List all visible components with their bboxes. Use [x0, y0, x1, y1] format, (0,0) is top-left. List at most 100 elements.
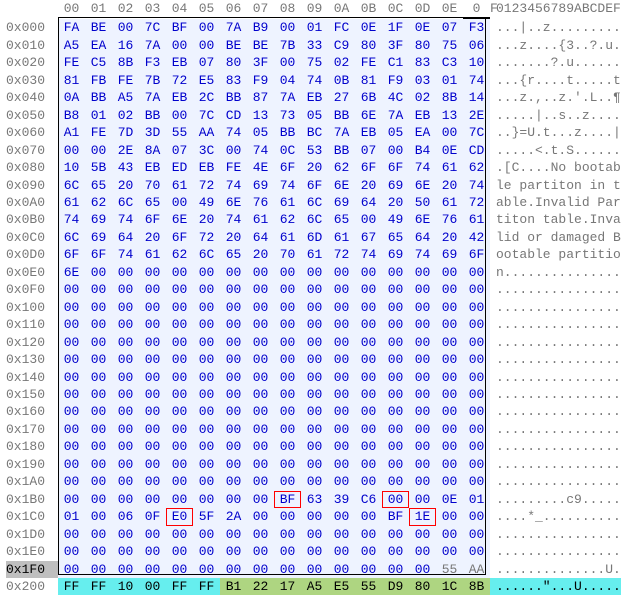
hex-byte[interactable]: 00 [85, 526, 112, 543]
hex-byte[interactable]: 49 [382, 211, 409, 228]
hex-byte[interactable]: 00 [382, 456, 409, 473]
hex-byte[interactable]: 3D [139, 124, 166, 141]
hex-byte[interactable]: 4E [247, 159, 274, 176]
hex-byte[interactable]: 00 [220, 316, 247, 333]
hex-byte[interactable]: 2C [193, 89, 220, 106]
hex-byte[interactable]: 00 [382, 316, 409, 333]
hex-byte[interactable]: 20 [112, 177, 139, 194]
hex-byte[interactable]: 7C [463, 124, 490, 141]
hex-byte[interactable]: 1F [382, 19, 409, 36]
hex-byte[interactable]: B4 [409, 142, 436, 159]
hex-byte[interactable]: 00 [85, 299, 112, 316]
hex-byte[interactable]: 00 [301, 421, 328, 438]
hex-byte[interactable]: 00 [85, 351, 112, 368]
hex-byte[interactable]: 00 [139, 421, 166, 438]
hex-byte[interactable]: 00 [274, 334, 301, 351]
hex-byte[interactable]: 00 [193, 351, 220, 368]
hex-byte[interactable]: E5 [328, 578, 355, 595]
hex-byte[interactable]: 3C [193, 142, 220, 159]
hex-byte[interactable]: 0B [328, 72, 355, 89]
hex-byte[interactable]: 83 [220, 72, 247, 89]
hex-byte[interactable]: 6C [301, 194, 328, 211]
hex-byte[interactable]: 01 [463, 491, 490, 508]
hex-byte[interactable]: 00 [382, 526, 409, 543]
hex-byte[interactable]: 72 [193, 177, 220, 194]
hex-byte[interactable]: 69 [85, 211, 112, 228]
hex-byte[interactable]: 00 [382, 142, 409, 159]
hex-byte[interactable]: 01 [301, 19, 328, 36]
hex-byte[interactable]: 5F [193, 508, 220, 525]
hex-byte[interactable]: 00 [355, 543, 382, 560]
hex-byte[interactable]: 00 [193, 456, 220, 473]
hex-byte[interactable]: C1 [382, 54, 409, 71]
hex-byte[interactable]: A5 [58, 37, 85, 54]
hex-byte[interactable]: BE [85, 19, 112, 36]
hex-byte[interactable]: 20 [355, 177, 382, 194]
hex-byte[interactable]: 00 [274, 281, 301, 298]
hex-byte[interactable]: 7A [139, 37, 166, 54]
hex-byte[interactable]: 00 [139, 578, 166, 595]
hex-byte[interactable]: 00 [166, 194, 193, 211]
hex-byte[interactable]: 00 [166, 351, 193, 368]
hex-byte[interactable]: 0E [409, 19, 436, 36]
hex-byte[interactable]: 72 [328, 246, 355, 263]
hex-byte[interactable]: 00 [193, 403, 220, 420]
hex-byte[interactable]: 00 [85, 421, 112, 438]
hex-byte[interactable]: 00 [112, 386, 139, 403]
hex-byte[interactable]: 8B [436, 89, 463, 106]
hex-byte[interactable]: 74 [220, 211, 247, 228]
hex-byte[interactable]: FF [193, 578, 220, 595]
hex-byte[interactable]: 00 [382, 561, 409, 578]
hex-byte[interactable]: 00 [463, 438, 490, 455]
hex-byte[interactable]: 80 [409, 578, 436, 595]
hex-byte[interactable]: 04 [274, 72, 301, 89]
hex-byte[interactable]: 00 [139, 316, 166, 333]
hex-byte[interactable]: 00 [247, 526, 274, 543]
hex-byte[interactable]: 00 [409, 456, 436, 473]
hex-byte[interactable]: 69 [382, 246, 409, 263]
hex-byte[interactable]: 00 [355, 211, 382, 228]
hex-byte[interactable]: 0F [139, 508, 166, 525]
hex-byte[interactable]: 00 [166, 107, 193, 124]
hex-byte[interactable]: 00 [463, 281, 490, 298]
hex-byte[interactable]: 00 [301, 508, 328, 525]
hex-byte[interactable]: 69 [85, 229, 112, 246]
hex-byte[interactable]: 00 [328, 351, 355, 368]
hex-byte[interactable]: 00 [274, 316, 301, 333]
hex-byte[interactable]: 00 [139, 543, 166, 560]
hex-byte[interactable]: 00 [85, 438, 112, 455]
hex-byte[interactable]: 0E [355, 19, 382, 36]
hex-byte[interactable]: 7D [112, 124, 139, 141]
hex-byte[interactable]: B8 [58, 107, 85, 124]
hex-byte[interactable]: 80 [355, 37, 382, 54]
hex-byte[interactable]: 00 [85, 264, 112, 281]
hex-byte[interactable]: 00 [355, 421, 382, 438]
hex-byte[interactable]: 2A [220, 508, 247, 525]
hex-byte[interactable]: 72 [166, 72, 193, 89]
hex-byte[interactable]: 00 [355, 264, 382, 281]
hex-byte[interactable]: 22 [247, 578, 274, 595]
hex-byte[interactable]: 00 [463, 316, 490, 333]
hex-byte[interactable]: 00 [463, 421, 490, 438]
hex-byte[interactable]: 00 [220, 264, 247, 281]
hex-byte[interactable]: 00 [58, 299, 85, 316]
hex-byte[interactable]: 00 [328, 561, 355, 578]
hex-byte[interactable]: 00 [301, 526, 328, 543]
hex-byte[interactable]: 3F [382, 37, 409, 54]
hex-byte[interactable]: 00 [274, 369, 301, 386]
hex-byte[interactable]: 62 [274, 211, 301, 228]
hex-byte[interactable]: 7C [139, 19, 166, 36]
hex-byte[interactable]: CD [463, 142, 490, 159]
hex-byte[interactable]: 00 [463, 334, 490, 351]
hex-byte[interactable]: 00 [58, 421, 85, 438]
hex-byte[interactable]: 70 [274, 246, 301, 263]
hex-byte[interactable]: 00 [220, 142, 247, 159]
hex-byte[interactable]: 00 [274, 299, 301, 316]
hex-byte[interactable]: 00 [274, 438, 301, 455]
hex-byte[interactable]: BE [220, 37, 247, 54]
hex-byte[interactable]: BB [220, 89, 247, 106]
hex-byte[interactable]: 6C [193, 246, 220, 263]
hex-byte[interactable]: 8B [463, 578, 490, 595]
hex-byte[interactable]: 00 [112, 421, 139, 438]
hex-byte[interactable]: 80 [220, 54, 247, 71]
